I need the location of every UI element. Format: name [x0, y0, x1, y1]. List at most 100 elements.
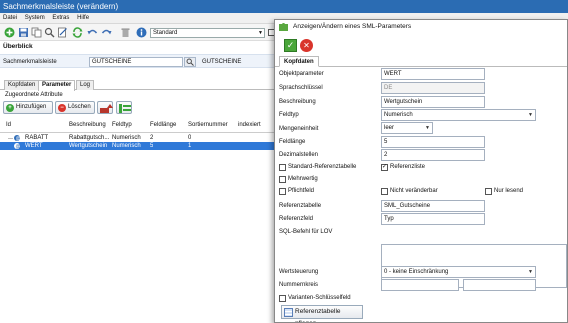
dezimalstellen-input[interactable]: 2	[381, 149, 485, 161]
tab-parameter[interactable]: Parameter	[38, 80, 76, 91]
move-down-button[interactable]	[116, 101, 132, 114]
pflichtfeld-checkbox[interactable]	[279, 188, 286, 195]
parameter-dialog: Anzeigen/Ändern eines SML-Parameters ✓ ✕…	[274, 19, 568, 323]
row-sort: 1	[188, 143, 192, 149]
delete-icon[interactable]	[120, 27, 131, 38]
overview-heading: Überblick	[3, 43, 33, 50]
move-down-icon	[119, 104, 131, 113]
minus-icon: −	[58, 104, 66, 112]
label-referenzfeld: Referenzfeld	[279, 216, 314, 222]
dialog-title: Anzeigen/Ändern eines SML-Parameters	[293, 23, 412, 30]
menu-extras[interactable]: Extras	[49, 13, 72, 24]
col-beschreibung[interactable]: Beschreibung	[69, 122, 106, 128]
row-status-icon: @	[13, 142, 21, 153]
add-button-label: Hinzufügen	[16, 104, 47, 110]
attributes-heading: Zugeordnete Attribute	[5, 92, 63, 98]
edit-icon[interactable]	[57, 27, 68, 38]
standard-ref-checkbox[interactable]	[279, 164, 286, 171]
label-feldlaenge: Feldlänge	[279, 139, 306, 145]
tab-kopfdaten-dialog[interactable]: Kopfdaten	[279, 56, 319, 67]
feldlaenge-input[interactable]: 5	[381, 136, 485, 148]
main-tabs: Kopfdaten Parameter Log	[0, 79, 275, 91]
chevron-down-icon: ▼	[528, 269, 533, 275]
label-nicht-veraenderbar: Nicht veränderbar	[390, 188, 438, 194]
col-sortiernummer[interactable]: Sortiernummer	[188, 122, 228, 128]
tab-kopfdaten[interactable]: Kopfdaten	[4, 80, 40, 90]
lookup-search-icon[interactable]	[184, 57, 196, 67]
menu-system[interactable]: System	[22, 13, 48, 24]
label-sql: SQL-Befehl für LOV	[279, 229, 333, 235]
label-beschreibung: Beschreibung	[279, 99, 316, 105]
label-mengeneinheit: Mengeneinheit	[279, 126, 319, 132]
chevron-down-icon: ▼	[258, 30, 263, 36]
objektparameter-input[interactable]: WERT	[381, 68, 485, 80]
referenzfeld-input[interactable]: Typ	[381, 213, 485, 225]
search-icon[interactable]	[44, 27, 55, 38]
nur-lesend-checkbox[interactable]	[485, 188, 492, 195]
row-desc: Wertgutschein	[69, 143, 108, 149]
refresh-icon[interactable]	[72, 27, 83, 38]
col-feldlaenge[interactable]: Feldlänge	[150, 122, 176, 128]
move-up-icon	[100, 104, 113, 113]
save-icon[interactable]	[18, 27, 29, 38]
wertsteuerung-value: 0 - keine Einschränkung	[384, 269, 449, 275]
nummernkreis-text	[463, 279, 536, 291]
confirm-button[interactable]: ✓	[284, 39, 297, 52]
mengeneinheit-value: leer	[384, 125, 395, 131]
table-row[interactable]: — @ RABATT Rabattgutsch... Numerisch 2 0	[0, 134, 275, 142]
col-id[interactable]: Id	[6, 122, 11, 128]
label-objektparameter: Objektparameter	[279, 71, 324, 77]
col-indexiert[interactable]: indexiert	[238, 122, 261, 128]
beschreibung-input[interactable]: Wertgutschein	[381, 96, 485, 108]
mehrwertig-checkbox[interactable]	[279, 176, 286, 183]
redo-icon[interactable]	[101, 27, 112, 38]
row-sort: 0	[188, 135, 192, 141]
plus-icon: +	[6, 104, 14, 112]
label-sprachschluessel: Sprachschlüssel	[279, 85, 323, 91]
label-varianten: Varianten-Schlüsselfeld	[288, 295, 351, 301]
delete-button[interactable]: − Löschen	[55, 101, 95, 114]
mengeneinheit-select[interactable]: leer ▼	[381, 122, 433, 134]
referenztabelle-input[interactable]: SML_Gutscheine	[381, 200, 485, 212]
chevron-down-icon: ▼	[425, 125, 430, 131]
referenztabelle-pflegen-button[interactable]: Referenztabelle pflegen	[281, 305, 363, 322]
feldtyp-select[interactable]: Numerisch ▼	[381, 109, 536, 121]
tab-log[interactable]: Log	[76, 80, 95, 90]
col-feldtyp[interactable]: Feldtyp	[112, 122, 132, 128]
label-mehrwertig: Mehrwertig	[288, 176, 318, 182]
nicht-veraenderbar-checkbox[interactable]	[381, 188, 388, 195]
menu-datei[interactable]: Datei	[0, 13, 20, 24]
undo-icon[interactable]	[87, 27, 98, 38]
row-id: RABATT	[25, 135, 49, 141]
table-icon	[284, 308, 293, 317]
overview-text: GUTSCHEINE	[202, 59, 242, 65]
move-up-button[interactable]	[97, 101, 113, 114]
overview-label: Sachmerkmalsleiste	[3, 59, 57, 65]
info-icon[interactable]	[136, 27, 147, 38]
new-icon[interactable]	[4, 27, 15, 38]
cancel-button[interactable]: ✕	[300, 39, 313, 52]
sprachschluessel-input: DE	[381, 82, 485, 94]
sachmerkmalsleiste-input[interactable]: GUTSCHEINE	[89, 57, 183, 67]
menu-hilfe[interactable]: Hilfe	[74, 13, 92, 24]
label-nur-lesend: Nur lesend	[494, 188, 524, 194]
wertsteuerung-select[interactable]: 0 - keine Einschränkung ▼	[381, 266, 536, 278]
row-id: WERT	[25, 143, 43, 149]
window-title: Sachmerkmalsleiste (verändern)	[0, 0, 568, 13]
dialog-tabs: Kopfdaten	[275, 56, 567, 67]
varianten-checkbox[interactable]	[279, 295, 286, 302]
referenzliste-checkbox[interactable]: ✓	[381, 164, 388, 171]
label-wertsteuerung: Wertsteuerung	[279, 269, 319, 275]
row-len: 2	[150, 135, 154, 141]
nummernkreis-input[interactable]	[381, 279, 459, 291]
chevron-down-icon: ▼	[528, 112, 533, 118]
label-dezimalstellen: Dezimalstellen	[279, 152, 319, 158]
label-nummernkreis: Nummernkreis	[279, 282, 319, 288]
label-referenztabelle: Referenztabelle	[279, 203, 322, 209]
label-feldtyp: Feldtyp	[279, 112, 299, 118]
table-row[interactable]: @ WERT Wertgutschein Numerisch 5 1	[0, 142, 275, 150]
dialog-titlebar: Anzeigen/Ändern eines SML-Parameters	[275, 20, 567, 34]
add-button[interactable]: + Hinzufügen	[3, 101, 53, 114]
copy-icon[interactable]	[31, 27, 42, 38]
variant-select[interactable]: Standard ▼	[150, 28, 265, 38]
